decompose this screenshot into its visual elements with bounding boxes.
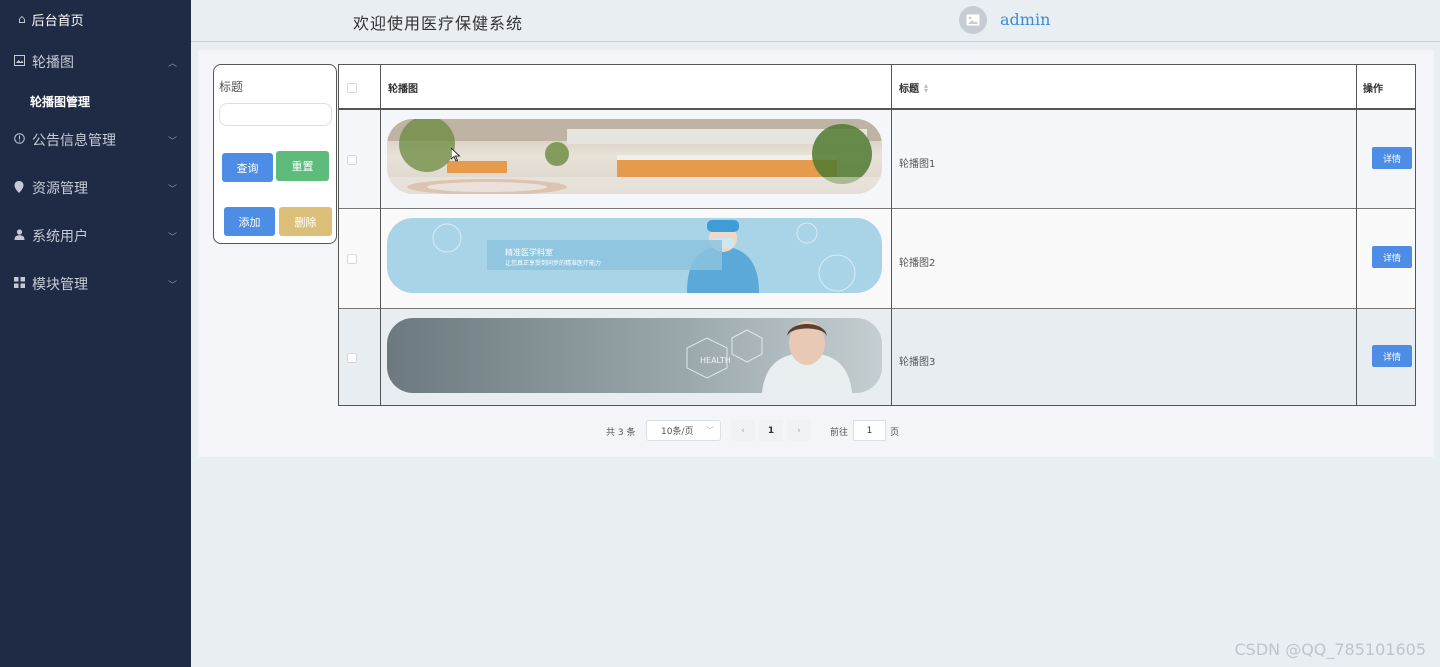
chevron-down-icon: ﹀ [167,280,177,291]
carousel-table: 轮播图 标题 ▴ ▾ 操作 轮播图1 详情 精准医学科室 让您真正享受到同步的精… [338,64,1416,406]
chevron-down-icon: ﹀ [167,184,177,195]
table-row: HEALTH 轮播图3 详情 [339,309,1415,405]
detail-button[interactable]: 详情 [1372,246,1412,268]
grid-icon [12,277,26,291]
top-header: 欢迎使用医疗保健系统 admin [191,0,1440,42]
chevron-up-icon: ︿ [167,58,177,69]
column-header-actions: 操作 [1363,84,1383,95]
banner-image-hospital-lobby [387,119,882,194]
chevron-right-icon: › [797,425,801,436]
chevron-down-icon: ﹀ [167,232,177,243]
banner-text-2: 让您真正享受到同步的精准医疗能力 [505,259,601,267]
page-size-select[interactable]: 10条/页 ﹀ [646,420,721,441]
sidebar-item-label: 模块管理 [32,277,88,293]
next-page-button[interactable]: › [787,420,811,441]
banner-text-health: HEALTH [700,356,731,365]
chevron-down-icon: ﹀ [706,426,714,435]
page-suffix-label: 页 [890,428,900,438]
avatar[interactable] [959,6,987,34]
row-checkbox[interactable] [347,155,357,165]
sidebar-item-carousel[interactable]: 轮播图 ︿ [0,38,191,86]
reset-button[interactable]: 重置 [276,151,329,181]
sidebar-item-label: 轮播图 [32,55,74,71]
row-checkbox[interactable] [347,254,357,264]
chevron-down-icon: ﹀ [167,136,177,147]
image-icon [12,55,26,69]
column-divider [1356,65,1357,405]
pagination-total: 共 3 条 [606,428,636,438]
sidebar-item-label: 后台首页 [31,13,84,29]
table-header: 轮播图 标题 ▴ ▾ 操作 [339,65,1415,110]
table-row: 轮播图1 详情 [339,110,1415,209]
select-all-checkbox[interactable] [347,83,357,93]
user-icon [12,229,26,243]
row-title: 轮播图1 [899,159,936,170]
sidebar: ⌂ 后台首页 轮播图 ︿ 轮播图管理 公告信息管理 ﹀ 资源管理 ﹀ 系统用户 … [0,0,191,667]
home-icon: ⌂ [18,12,26,26]
banner-image-doctor-lab: 精准医学科室 让您真正享受到同步的精准医疗能力 [387,218,882,293]
info-circle-icon [12,133,26,147]
sidebar-item-notice[interactable]: 公告信息管理 ﹀ [0,116,191,164]
banner-text-1: 精准医学科室 [505,247,553,257]
sidebar-subitem-label: 轮播图管理 [30,94,91,109]
column-header-label: 标题 [899,84,919,95]
pagination: 共 3 条 10条/页 ﹀ ‹ 1 › 前往 1 页 [198,420,1434,442]
sidebar-item-label: 资源管理 [32,181,88,197]
detail-button[interactable]: 详情 [1372,345,1412,367]
sidebar-item-system-users[interactable]: 系统用户 ﹀ [0,212,191,260]
main-panel: 标题 查询 重置 添加 删除 轮播图 标题 ▴ ▾ 操作 轮播图1 详情 精准医… [198,50,1434,457]
mouse-cursor-icon [451,148,461,162]
column-header-title[interactable]: 标题 ▴ ▾ [899,65,928,110]
column-divider [380,65,381,405]
sidebar-item-home[interactable]: ⌂ 后台首页 [0,0,191,38]
username-link[interactable]: admin [1000,10,1050,29]
column-header-image: 轮播图 [388,84,418,95]
chevron-left-icon: ‹ [741,425,745,436]
table-row: 精准医学科室 让您真正享受到同步的精准医疗能力 轮播图2 详情 [339,210,1415,309]
sidebar-item-label: 公告信息管理 [32,133,116,149]
search-form: 标题 查询 重置 添加 删除 [213,64,337,244]
goto-label: 前往 [830,428,849,438]
image-placeholder-icon [966,14,980,26]
location-pin-icon [12,180,26,196]
sidebar-subitem-carousel-management[interactable]: 轮播图管理 [0,86,191,116]
query-button[interactable]: 查询 [222,153,273,182]
page-size-value: 10条/页 [661,427,694,437]
row-title: 轮播图3 [899,357,936,368]
sidebar-item-label: 系统用户 [32,229,88,245]
page-title: 欢迎使用医疗保健系统 [353,14,524,33]
sort-icon[interactable]: ▴ ▾ [924,81,928,94]
title-filter-input[interactable] [219,103,332,126]
goto-page-input[interactable]: 1 [853,420,886,441]
delete-button[interactable]: 删除 [279,207,332,236]
sidebar-item-resources[interactable]: 资源管理 ﹀ [0,164,191,212]
page-number-current[interactable]: 1 [759,420,783,441]
detail-button[interactable]: 详情 [1372,147,1412,169]
banner-image-doctor-health: HEALTH [387,318,882,393]
watermark: CSDN @QQ_785101605 [1234,640,1426,659]
prev-page-button[interactable]: ‹ [731,420,755,441]
sidebar-item-modules[interactable]: 模块管理 ﹀ [0,260,191,308]
add-button[interactable]: 添加 [224,207,275,236]
column-divider [891,65,892,405]
row-title: 轮播图2 [899,258,936,269]
title-filter-label: 标题 [219,80,244,94]
row-checkbox[interactable] [347,353,357,363]
